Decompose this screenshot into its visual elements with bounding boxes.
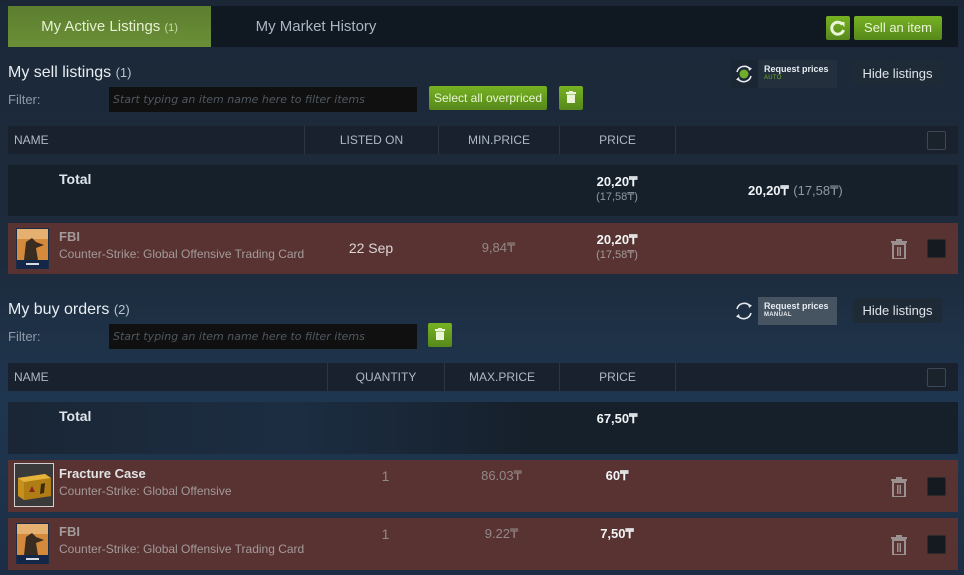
grand-total-cell: 20,20₸ (17,58₸): [748, 182, 843, 200]
col-separator: [675, 126, 676, 154]
grand-total-sub: (17,58₸): [793, 183, 843, 198]
price: 60₸: [605, 468, 629, 483]
request-prices-mode: AUTO: [764, 75, 782, 81]
item-game: Counter-Strike: Global Offensive Trading…: [59, 542, 305, 556]
request-prices-mode: MANUAL: [764, 312, 792, 318]
request-prices-title: Request prices: [764, 301, 829, 311]
request-prices-icon-box: [730, 60, 758, 88]
item-game: Counter-Strike: Global Offensive: [59, 484, 232, 498]
price-sub: (17,58₸): [596, 249, 638, 261]
item-thumbnail-fbi: [16, 523, 49, 564]
col-price[interactable]: PRICE: [559, 126, 675, 154]
col-min-price[interactable]: MIN.PRICE: [438, 126, 559, 154]
section-count: (1): [115, 65, 132, 80]
cancel-order-trash-icon[interactable]: [890, 477, 908, 497]
grand-total: 20,20₸: [748, 183, 789, 198]
hide-buy-orders-button[interactable]: Hide listings: [853, 298, 942, 323]
request-prices-label: Request prices AUTO: [758, 60, 837, 88]
select-all-buy-checkbox[interactable]: [927, 368, 946, 387]
col-quantity[interactable]: QUANTITY: [327, 363, 444, 391]
quantity: 1: [381, 468, 390, 484]
sync-icon: [736, 65, 752, 83]
sync-icon: [736, 302, 752, 320]
col-listed-on[interactable]: LISTED ON: [304, 126, 438, 154]
hide-sell-listings-button[interactable]: Hide listings: [853, 61, 942, 86]
price: 20,20₸: [596, 232, 638, 247]
col-name[interactable]: NAME: [14, 363, 49, 391]
item-name[interactable]: FBI: [59, 229, 80, 244]
price-cell: 20,20₸ (17,58₸): [559, 232, 675, 261]
tab-label: My Active Listings: [41, 18, 161, 35]
item-name[interactable]: FBI: [59, 524, 80, 539]
total-price-cell: 67,50₸: [559, 411, 675, 427]
cancel-order-trash-icon[interactable]: [890, 535, 908, 555]
buy-orders-title: My buy orders (2): [8, 301, 130, 319]
item-name[interactable]: Fracture Case: [59, 466, 146, 481]
col-max-price[interactable]: MAX.PRICE: [444, 363, 559, 391]
item-thumbnail-frame: [14, 463, 54, 507]
delete-selected-sell-button[interactable]: [559, 86, 583, 110]
listed-on: 22 Sep: [348, 240, 394, 256]
buy-filter-input[interactable]: [109, 324, 417, 349]
refresh-button[interactable]: [826, 16, 850, 40]
total-price: 20,20₸: [596, 174, 638, 189]
select-all-overpriced-button[interactable]: Select all overpriced: [429, 86, 547, 110]
min-price: 9,84₸: [481, 240, 516, 255]
trash-icon: [566, 91, 576, 103]
sell-item-button[interactable]: Sell an item: [854, 16, 942, 40]
quantity: 1: [381, 526, 390, 542]
total-price-cell: 20,20₸ (17,58₸): [559, 174, 675, 203]
total-label: Total: [59, 171, 92, 187]
request-prices-title: Request prices: [764, 64, 829, 74]
total-price: 67,50₸: [596, 411, 638, 426]
delete-selected-buy-button[interactable]: [428, 323, 452, 347]
buy-order-row[interactable]: Fracture Case Counter-Strike: Global Off…: [8, 460, 958, 512]
section-title-text: My buy orders: [8, 301, 110, 318]
refresh-icon: [830, 20, 845, 36]
remove-listing-trash-icon[interactable]: [890, 239, 908, 259]
col-price[interactable]: PRICE: [559, 363, 675, 391]
sell-total-row: Total 20,20₸ (17,58₸) 20,20₸ (17,58₸): [8, 165, 958, 216]
tab-count: (1): [164, 22, 178, 34]
section-count: (2): [113, 302, 130, 317]
price: 7,50₸: [600, 526, 634, 541]
max-price: 86.03₸: [481, 468, 522, 483]
request-prices-icon-box: [730, 297, 758, 325]
select-all-sell-checkbox[interactable]: [927, 131, 946, 150]
request-prices-label: Request prices MANUAL: [758, 297, 837, 325]
sell-listings-title: My sell listings (1): [8, 64, 131, 82]
buy-total-row: Total 67,50₸: [8, 402, 958, 454]
item-thumbnail-fracture-case: [18, 474, 51, 500]
buy-row-checkbox[interactable]: [927, 477, 946, 496]
sell-row-checkbox[interactable]: [927, 239, 946, 258]
tab-active-listings[interactable]: My Active Listings (1): [8, 6, 211, 47]
buy-row-checkbox[interactable]: [927, 535, 946, 554]
trash-icon: [435, 328, 445, 340]
section-title-text: My sell listings: [8, 64, 112, 81]
filter-label: Filter:: [8, 92, 41, 107]
tab-market-history[interactable]: My Market History: [211, 6, 421, 47]
tab-label: My Market History: [255, 18, 377, 35]
market-tabbar: My Active Listings (1) My Market History: [8, 6, 958, 47]
item-game: Counter-Strike: Global Offensive Trading…: [59, 247, 305, 261]
buy-order-row[interactable]: FBI Counter-Strike: Global Offensive Tra…: [8, 518, 958, 570]
col-separator: [675, 363, 676, 391]
total-price-sub: (17,58₸): [596, 191, 638, 203]
item-thumbnail-fbi: [16, 228, 49, 269]
max-price: 9.22₸: [484, 526, 519, 541]
col-name[interactable]: NAME: [14, 126, 49, 154]
sell-filter-input[interactable]: [109, 87, 417, 112]
total-label: Total: [59, 408, 92, 424]
sell-table-header: NAME LISTED ON MIN.PRICE PRICE: [8, 126, 958, 154]
filter-label: Filter:: [8, 329, 41, 344]
sell-listing-row[interactable]: FBI Counter-Strike: Global Offensive Tra…: [8, 223, 958, 274]
buy-table-header: NAME QUANTITY MAX.PRICE PRICE: [8, 363, 958, 391]
